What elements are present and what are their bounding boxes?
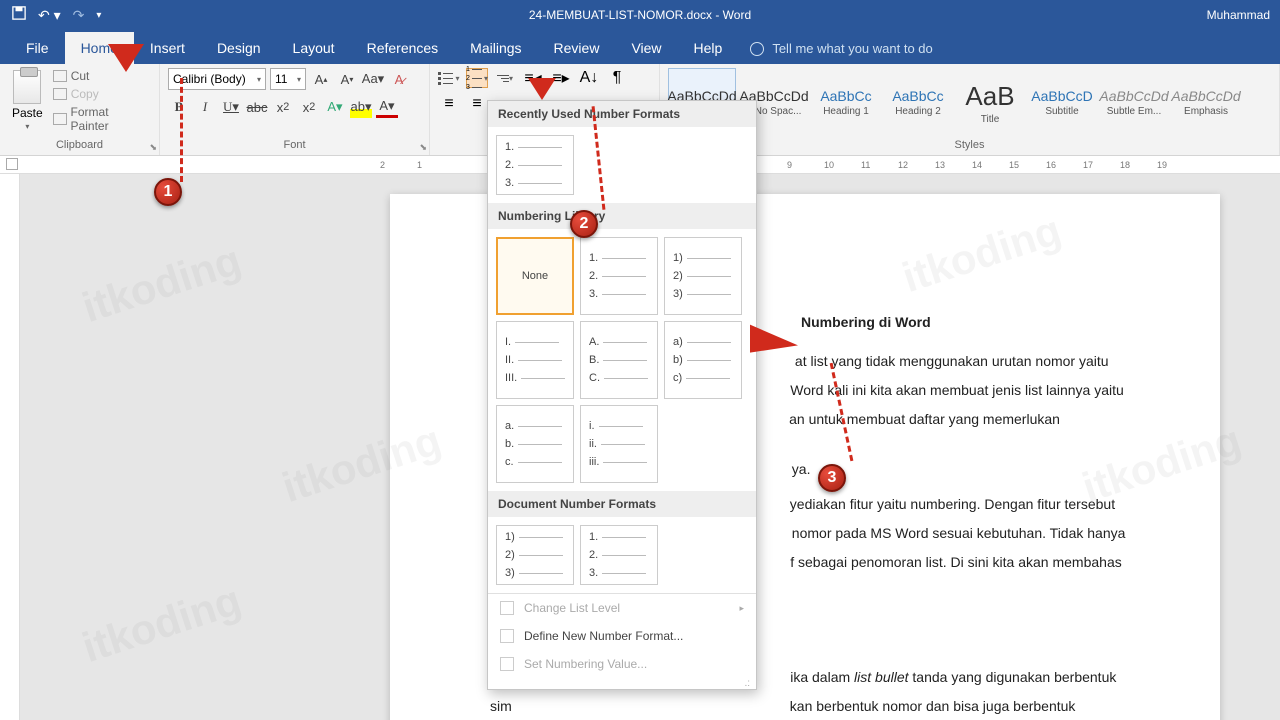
doc-format-tile[interactable]: 1.2.3. bbox=[580, 525, 658, 585]
highlight-button[interactable]: ab▾ bbox=[350, 96, 372, 118]
style-emphasis[interactable]: AaBbCcDdEmphasis bbox=[1172, 68, 1240, 137]
clipboard-launcher-icon[interactable]: ⬊ bbox=[149, 142, 157, 153]
numbering-none-tile[interactable]: None bbox=[496, 237, 574, 315]
list-level-icon bbox=[500, 601, 514, 615]
subscript-button[interactable]: x2 bbox=[272, 96, 294, 118]
tab-file[interactable]: File bbox=[10, 32, 65, 64]
tab-review[interactable]: Review bbox=[538, 32, 616, 64]
numbering-tile[interactable]: 1)2)3) bbox=[664, 237, 742, 315]
tab-design[interactable]: Design bbox=[201, 32, 277, 64]
undo-icon[interactable]: ↶ ▾ bbox=[38, 7, 61, 24]
ribbon-tabs: File Home Insert Design Layout Reference… bbox=[0, 30, 1280, 64]
font-color-button[interactable]: A▾ bbox=[376, 96, 398, 118]
recent-format-tile[interactable]: 1.2.3. bbox=[496, 135, 574, 195]
numbering-tile[interactable]: A.B.C. bbox=[580, 321, 658, 399]
resize-grip-icon[interactable]: .: bbox=[488, 678, 756, 689]
save-icon[interactable] bbox=[12, 6, 26, 25]
lightbulb-icon bbox=[750, 42, 764, 56]
account-name[interactable]: Muhammad bbox=[1207, 8, 1280, 22]
clear-formatting-button[interactable]: A̷ bbox=[388, 68, 410, 90]
numbering-dropdown: Recently Used Number Formats 1.2.3. Numb… bbox=[487, 100, 757, 690]
numbering-tile[interactable]: a)b)c) bbox=[664, 321, 742, 399]
bullets-button[interactable]: ▾ bbox=[438, 68, 460, 88]
tab-view[interactable]: View bbox=[615, 32, 677, 64]
vertical-ruler[interactable] bbox=[0, 174, 20, 720]
quick-access-toolbar: ↶ ▾ ↷ ▾ bbox=[0, 6, 101, 25]
brush-icon bbox=[53, 113, 67, 125]
qat-customize-icon[interactable]: ▾ bbox=[96, 10, 101, 21]
group-clipboard: Paste ▾ Cut Copy Format Painter Clipboar… bbox=[0, 64, 160, 155]
set-numbering-value-cmd: Set Numbering Value... bbox=[488, 650, 756, 678]
doc-format-tile[interactable]: 1)2)3) bbox=[496, 525, 574, 585]
annotation-dash-1 bbox=[180, 78, 183, 182]
numbering-button[interactable]: 123▾ bbox=[466, 68, 488, 88]
annotation-badge-3: 3 bbox=[818, 464, 846, 492]
show-marks-button[interactable]: ¶ bbox=[606, 68, 628, 88]
define-format-icon bbox=[500, 629, 514, 643]
superscript-button[interactable]: x2 bbox=[298, 96, 320, 118]
numbering-tile[interactable]: 1.2.3. bbox=[580, 237, 658, 315]
recent-formats-header: Recently Used Number Formats bbox=[488, 101, 756, 127]
align-center-button[interactable]: ≡ bbox=[466, 94, 488, 114]
annotation-badge-1: 1 bbox=[154, 178, 182, 206]
bold-button[interactable]: B bbox=[168, 96, 190, 118]
format-painter-button[interactable]: Format Painter bbox=[51, 104, 151, 134]
style-heading-2[interactable]: AaBbCcHeading 2 bbox=[884, 68, 952, 137]
define-number-format-cmd[interactable]: Define New Number Format... bbox=[488, 622, 756, 650]
tab-mailings[interactable]: Mailings bbox=[454, 32, 537, 64]
annotation-badge-2: 2 bbox=[570, 210, 598, 238]
multilevel-list-button[interactable]: ▾ bbox=[494, 68, 516, 88]
strikethrough-button[interactable]: abc bbox=[246, 96, 268, 118]
style-subtitle[interactable]: AaBbCcDSubtitle bbox=[1028, 68, 1096, 137]
numbering-library-header: Numbering Library bbox=[488, 203, 756, 229]
set-value-icon bbox=[500, 657, 514, 671]
style-heading-1[interactable]: AaBbCcHeading 1 bbox=[812, 68, 880, 137]
tab-help[interactable]: Help bbox=[678, 32, 739, 64]
doc-formats-header: Document Number Formats bbox=[488, 491, 756, 517]
grow-font-button[interactable]: A▴ bbox=[310, 68, 332, 90]
tab-selector-icon[interactable] bbox=[6, 158, 18, 170]
group-font: Calibri (Body)▾ 11▾ A▴ A▾ Aa▾ A̷ B I U▾ … bbox=[160, 64, 430, 155]
change-list-level-cmd: Change List Level▸ bbox=[488, 594, 756, 622]
clipboard-icon bbox=[13, 70, 41, 104]
style-subtle-em-[interactable]: AaBbCcDdSubtle Em... bbox=[1100, 68, 1168, 137]
copy-icon bbox=[53, 88, 67, 100]
scissors-icon bbox=[53, 70, 67, 82]
numbering-tile[interactable]: i.ii.iii. bbox=[580, 405, 658, 483]
tab-references[interactable]: References bbox=[351, 32, 455, 64]
redo-icon[interactable]: ↷ bbox=[73, 7, 85, 24]
text-effects-button[interactable]: A▾ bbox=[324, 96, 346, 118]
annotation-pointer-1 bbox=[108, 44, 144, 72]
title-bar: ↶ ▾ ↷ ▾ 24-MEMBUAT-LIST-NOMOR.docx - Wor… bbox=[0, 0, 1280, 30]
sort-button[interactable]: A↓ bbox=[578, 68, 600, 88]
italic-button[interactable]: I bbox=[194, 96, 216, 118]
annotation-pointer-2 bbox=[528, 78, 556, 100]
font-size-select[interactable]: 11▾ bbox=[270, 68, 306, 90]
underline-button[interactable]: U▾ bbox=[220, 96, 242, 118]
numbering-tile[interactable]: I.II.III. bbox=[496, 321, 574, 399]
align-left-button[interactable]: ≡ bbox=[438, 94, 460, 114]
shrink-font-button[interactable]: A▾ bbox=[336, 68, 358, 90]
tab-layout[interactable]: Layout bbox=[277, 32, 351, 64]
copy-button[interactable]: Copy bbox=[51, 86, 151, 102]
tell-me-search[interactable]: Tell me what you want to do bbox=[738, 33, 944, 64]
style-title[interactable]: AaBTitle bbox=[956, 68, 1024, 137]
numbering-tile[interactable]: a.b.c. bbox=[496, 405, 574, 483]
change-case-button[interactable]: Aa▾ bbox=[362, 68, 384, 90]
paste-button[interactable]: Paste ▾ bbox=[8, 68, 47, 133]
window-title: 24-MEMBUAT-LIST-NOMOR.docx - Word bbox=[529, 8, 751, 22]
font-launcher-icon[interactable]: ⬊ bbox=[419, 142, 427, 153]
